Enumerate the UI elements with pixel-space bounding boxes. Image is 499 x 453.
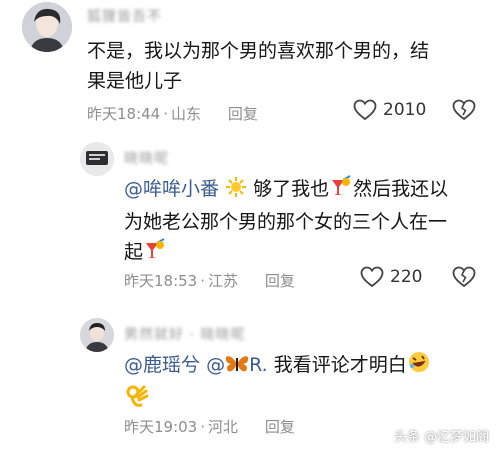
mention-name: R. [249, 354, 268, 376]
username[interactable]: 男然就好 · 晓晓呢 [124, 324, 245, 344]
comment-text-line-3: 起 [124, 241, 144, 263]
avatar[interactable] [80, 142, 114, 176]
like-button[interactable]: 220 [360, 266, 422, 288]
location: 河北 [208, 418, 239, 436]
comment-text: 不是，我以为那个男的喜欢那个男的，结 果是他儿子 [87, 36, 492, 96]
username[interactable]: 狐狸皆吾不 [87, 6, 162, 26]
like-button[interactable]: 2010 [353, 99, 426, 121]
comment-text-part: 然后我还以 [353, 178, 449, 200]
like-count: 220 [390, 267, 423, 287]
comment-meta: 昨天18:44 · 山东 回复 [87, 105, 258, 123]
reply-button[interactable]: 回复 [228, 105, 258, 123]
rolling-laugh-emoji-icon [407, 350, 431, 383]
comment-meta: 昨天18:53 · 江苏 回复 [124, 272, 295, 290]
tropical-drink-emoji-icon [143, 237, 167, 270]
mention-link[interactable]: @哞哞小番 [124, 178, 219, 200]
username[interactable]: 晓晓呢 [124, 148, 169, 168]
location: 江苏 [208, 272, 239, 290]
comment-text-line-1: 不是，我以为那个男的喜欢那个男的，结 [87, 40, 430, 62]
mention-link[interactable]: @鹿瑶兮 [124, 354, 200, 376]
comment-text-line-2: 果是他儿子 [87, 70, 183, 92]
dislike-button[interactable] [452, 266, 476, 292]
comment-text-part: 我看评论才明白 [273, 354, 407, 376]
comment-text: @鹿瑶兮 @ R. 我看评论才明白 [124, 350, 494, 418]
mention-link[interactable]: @ R. [206, 354, 268, 376]
heart-outline-icon [353, 99, 377, 121]
watermark: 头条 @忆梦如阁 [394, 426, 489, 445]
timestamp: 昨天19:03 [124, 418, 198, 436]
avatar-image [80, 142, 114, 176]
mention-at: @ [206, 354, 226, 376]
tropical-drink-emoji-icon [329, 174, 353, 207]
reply-button[interactable]: 回复 [265, 272, 295, 290]
avatar[interactable] [22, 2, 72, 52]
avatar[interactable] [80, 318, 114, 352]
location: 山东 [171, 105, 202, 123]
avatar-image [80, 318, 114, 352]
timestamp: 昨天18:53 [124, 272, 198, 290]
sun-emoji-icon [225, 176, 247, 207]
broken-heart-icon [452, 266, 476, 288]
comment-text-line-2: 为她老公那个男的那个女的三个人在一 [124, 211, 448, 233]
broken-heart-icon [452, 99, 476, 121]
avatar-image [22, 2, 72, 52]
comment-2: 晓晓呢 @哞哞小番 够了我也 然后我还以 为她老公那个男的那个女的三个人在一 起… [0, 140, 499, 312]
comment-1: 狐狸皆吾不 不是，我以为那个男的喜欢那个男的，结 果是他儿子 昨天18:44 · 山… [0, 0, 499, 140]
reply-button[interactable]: 回复 [265, 418, 295, 436]
watermark-prefix: 头条 [393, 430, 420, 445]
like-count: 2010 [383, 100, 427, 120]
butterfly-emoji-icon [225, 353, 249, 383]
comment-meta: 昨天19:03 · 河北 回复 [124, 418, 295, 436]
comment-text-part: 够了我也 [253, 178, 330, 200]
ok-hand-emoji-icon [124, 383, 150, 418]
dislike-button[interactable] [452, 99, 476, 125]
comment-text: @哞哞小番 够了我也 然后我还以 为她老公那个男的那个女的三个人在一 起 [124, 174, 494, 270]
watermark-handle: @忆梦如阁 [423, 430, 489, 445]
heart-outline-icon [360, 266, 384, 288]
timestamp: 昨天18:44 [87, 105, 161, 123]
